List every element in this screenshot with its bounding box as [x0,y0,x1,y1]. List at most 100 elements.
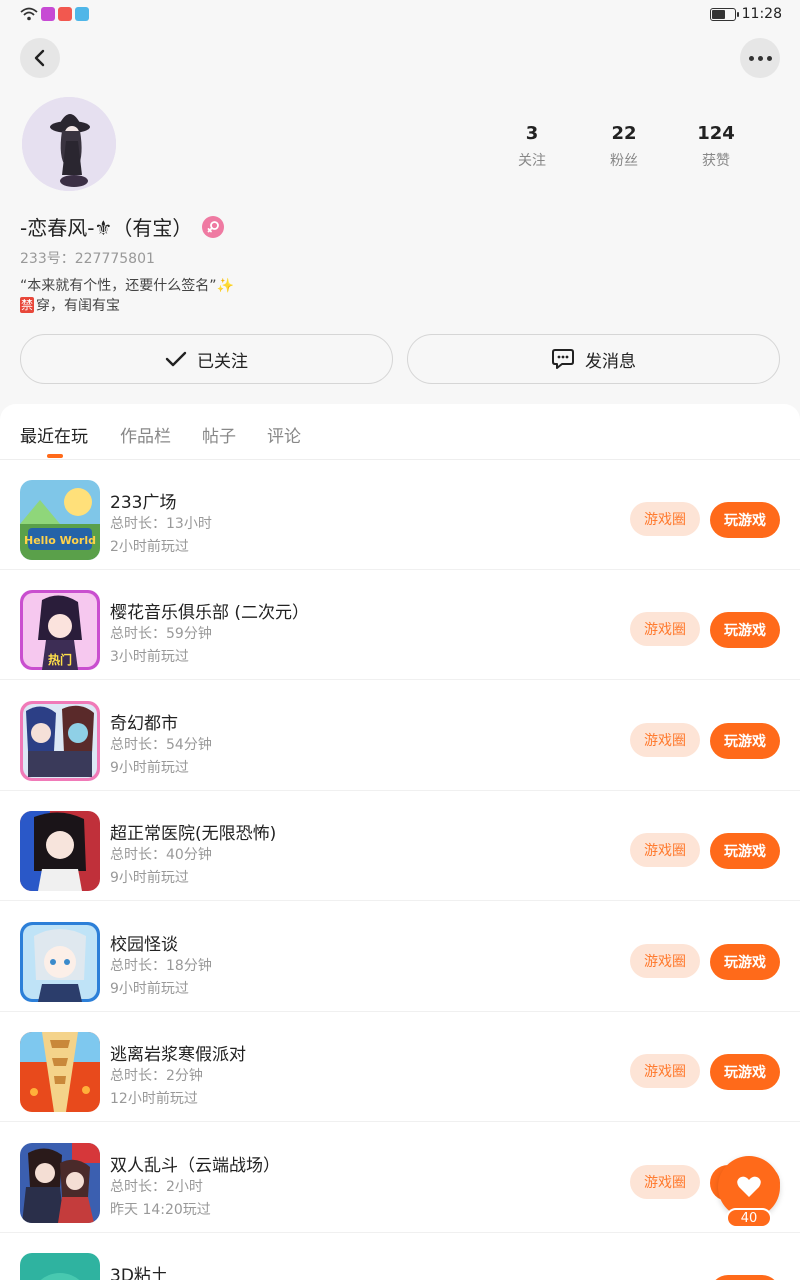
game-row[interactable]: Hello World 233广场 总时长：13小时 2小时前玩过 游戏圈 玩游… [0,460,800,570]
game-row[interactable]: 3D粘土 [0,1233,800,1280]
chevron-left-icon [34,49,45,67]
stat-label: 粉丝 [610,153,638,169]
game-circle-button[interactable]: 游戏圈 [630,833,700,867]
game-last-played: 9小时前玩过 [110,760,189,776]
game-last-played: 昨天 14:20玩过 [110,1202,211,1218]
more-button[interactable] [740,38,780,78]
tab-recently-played[interactable]: 最近在玩 [20,422,88,447]
chat-bubble-icon [552,349,574,369]
game-last-played: 12小时前玩过 [110,1091,198,1107]
game-circle-button[interactable]: 游戏圈 [630,502,700,536]
game-name: 樱花音乐俱乐部 (二次元） [110,603,310,623]
game-last-played: 9小时前玩过 [110,870,189,886]
play-game-button[interactable]: 玩游戏 [710,944,780,980]
tab-works[interactable]: 作品栏 [120,422,171,447]
bio-line: “本来就有个性，还要什么签名”✨ [20,278,234,294]
game-row[interactable]: 热门 樱花音乐俱乐部 (二次元） 总时长：59分钟 3小时前玩过 游戏圈 玩游戏 [0,570,800,680]
game-row[interactable]: 双人乱斗（云端战场） 总时长：2小时 昨天 14:20玩过 游戏圈 玩游戏 [0,1123,800,1233]
send-message-label: 发消息 [585,351,636,372]
bio: “本来就有个性，还要什么签名”✨ 禁穿，有闺有宝 [20,276,234,316]
content-card: 最近在玩 作品栏 帖子 评论 Hello World 233广场 总时长：13小… [0,404,800,1280]
game-name: 233广场 [110,493,177,513]
game-icon[interactable]: 热门 [20,590,100,670]
game-icon[interactable] [20,1032,100,1112]
game-row[interactable]: 超正常医院(无限恐怖) 总时长：40分钟 9小时前玩过 游戏圈 玩游戏 [0,791,800,901]
bio-line: 禁穿，有闺有宝 [20,297,121,314]
game-icon[interactable] [20,1143,100,1223]
stat-following[interactable]: 3 关注 [486,123,578,170]
game-name: 校园怪谈 [110,935,178,955]
play-game-button[interactable]: 玩游戏 [710,502,780,538]
game-duration: 总时长：2分钟 [110,1068,203,1084]
play-game-button[interactable]: 玩游戏 [710,723,780,759]
stat-label: 关注 [518,153,546,169]
stat-value: 124 [697,123,735,144]
play-game-button[interactable] [710,1275,780,1280]
game-row[interactable]: 奇幻都市 总时长：54分钟 9小时前玩过 游戏圈 玩游戏 [0,681,800,791]
tab-comments[interactable]: 评论 [267,422,301,447]
play-game-button[interactable]: 玩游戏 [710,1054,780,1090]
tab-posts[interactable]: 帖子 [202,422,236,447]
game-icon[interactable]: Hello World [20,480,100,560]
game-row[interactable]: 逃离岩浆寒假派对 总时长：2分钟 12小时前玩过 游戏圈 玩游戏 [0,1012,800,1122]
stat-likes[interactable]: 124 获赞 [670,123,762,170]
game-name: 3D粘土 [110,1266,168,1280]
play-game-button[interactable]: 玩游戏 [710,833,780,869]
app-notification-icon [41,7,55,21]
game-icon[interactable] [20,1253,100,1280]
game-duration: 总时长：40分钟 [110,847,212,863]
game-name: 逃离岩浆寒假派对 [110,1045,246,1065]
app-notification-icon [58,7,72,21]
battery-icon [709,7,739,21]
wifi-icon [20,7,38,21]
back-button[interactable] [20,38,60,78]
game-circle-button[interactable]: 游戏圈 [630,1054,700,1088]
game-last-played: 9小时前玩过 [110,981,189,997]
game-duration: 总时长：18分钟 [110,958,212,974]
female-icon [202,215,225,238]
app-notification-icon [75,7,89,21]
followed-label: 已关注 [197,351,248,372]
game-last-played: 3小时前玩过 [110,649,189,665]
tab-bar: 最近在玩 作品栏 帖子 评论 [0,404,800,460]
stat-label: 获赞 [702,153,730,169]
game-name: 奇幻都市 [110,714,178,734]
profile-stats: 3 关注 22 粉丝 124 获赞 [486,123,762,170]
svg-text:热门: 热门 [48,652,72,667]
ban-badge: 禁 [20,297,35,313]
game-circle-button[interactable]: 游戏圈 [630,944,700,978]
game-icon[interactable] [20,811,100,891]
more-dots-icon [748,55,772,61]
send-message-button[interactable]: 发消息 [407,334,780,384]
game-duration: 总时长：59分钟 [110,626,212,642]
stat-followers[interactable]: 22 粉丝 [578,123,670,170]
game-circle-button[interactable]: 游戏圈 [630,612,700,646]
like-count: 40 [726,1208,772,1228]
svg-text:Hello World: Hello World [24,534,96,547]
check-icon [165,351,187,367]
followed-button[interactable]: 已关注 [20,334,393,384]
game-duration: 总时长：54分钟 [110,737,212,753]
game-duration: 总时长：13小时 [110,516,212,532]
game-last-played: 2小时前玩过 [110,539,189,555]
avatar-image [22,97,116,191]
game-circle-button[interactable]: 游戏圈 [630,1165,700,1199]
status-icons [20,7,89,21]
game-row[interactable]: 校园怪谈 总时长：18分钟 9小时前玩过 游戏圈 玩游戏 [0,902,800,1012]
tab-indicator [47,454,63,458]
game-circle-button[interactable]: 游戏圈 [630,723,700,757]
avatar[interactable] [22,97,116,191]
game-icon[interactable] [20,701,100,781]
status-bar: 11:28 [0,0,800,30]
game-name: 超正常医院(无限恐怖) [110,824,277,844]
status-time: 11:28 [741,6,782,22]
user-id: 233号：227775801 [20,251,155,267]
heart-icon [737,1176,761,1197]
username-row: -恋春风-⚜（有宝） [20,212,225,241]
stat-value: 3 [525,123,539,144]
username: -恋春风-⚜（有宝） [20,216,193,240]
stat-value: 22 [611,123,637,144]
play-game-button[interactable]: 玩游戏 [710,612,780,648]
game-duration: 总时长：2小时 [110,1179,203,1195]
game-icon[interactable] [20,922,100,1002]
